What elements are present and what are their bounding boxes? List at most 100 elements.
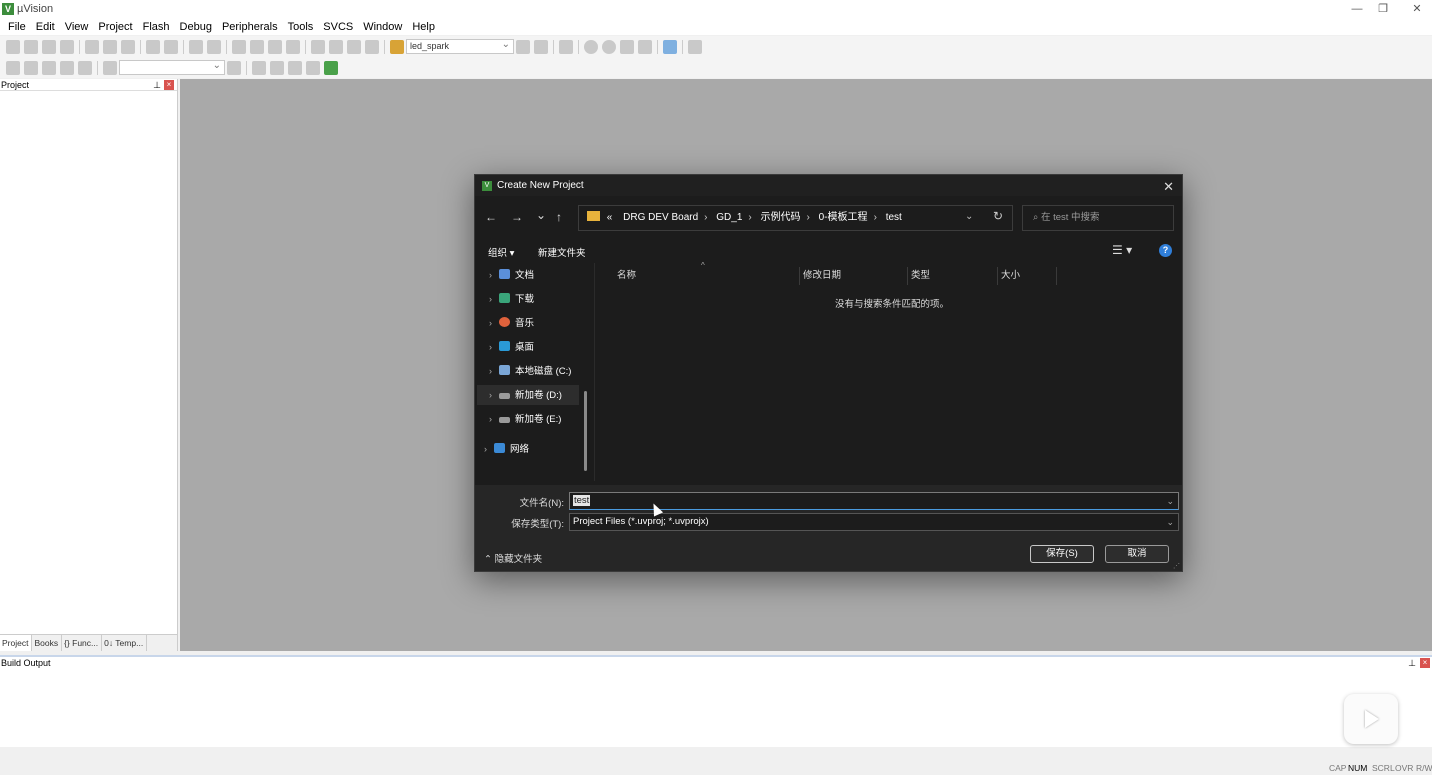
paste-icon[interactable] [121,39,135,54]
new-folder-button[interactable]: 新建文件夹 [538,245,586,259]
play-overlay-button[interactable] [1344,694,1398,744]
breadcrumb-item[interactable]: 示例代码 [761,212,801,223]
nav-forward-icon[interactable] [207,39,221,54]
breakpoint-disable-icon[interactable] [602,39,616,54]
horizontal-scrollbar[interactable] [0,747,1432,759]
breadcrumb-item[interactable]: 0-模板工程 [819,212,868,223]
tab-books[interactable]: Books [32,635,63,651]
indent-icon[interactable] [311,39,325,54]
open-file-icon[interactable] [24,39,38,54]
column-size[interactable]: 大小 [998,267,1057,285]
tree-item-drive-e[interactable]: › 新加卷 (E:) [477,409,579,429]
close-pane-icon[interactable]: × [164,80,174,90]
target-combo[interactable]: led_spark [406,38,514,54]
breakpoint-kill-icon[interactable] [638,39,652,54]
comment-icon[interactable] [347,39,361,54]
help-icon[interactable]: ? [1159,244,1172,257]
bookmark-next-icon[interactable] [268,39,282,54]
bookmark-clear-icon[interactable] [286,39,300,54]
menu-project[interactable]: Project [98,21,132,33]
menu-svcs[interactable]: SVCS [323,21,353,33]
tree-item-desktop[interactable]: › 桌面 [477,337,579,357]
incremental-find-icon[interactable] [534,39,548,54]
menu-edit[interactable]: Edit [36,21,55,33]
tree-item-drive-d[interactable]: › 新加卷 (D:) [477,385,579,405]
cancel-button[interactable]: 取消 [1105,545,1169,563]
tree-item-documents[interactable]: › 文档 [477,265,579,285]
chevron-down-icon[interactable]: ⌄ [1166,514,1174,530]
target-select[interactable] [119,59,225,75]
bookmark-icon[interactable] [232,39,246,54]
run-time-environment-icon[interactable] [324,60,338,75]
zoom-icon[interactable] [559,39,573,54]
address-bar[interactable]: « DRG DEV Board › GD_1 › 示例代码 › 0-模板工程 › tes… [578,205,1013,231]
back-icon[interactable]: ← [485,210,497,224]
find-icon[interactable] [516,39,530,54]
menu-file[interactable]: File [8,21,26,33]
wrench-icon[interactable] [688,39,702,54]
build-icon[interactable] [24,60,38,75]
menu-view[interactable]: View [65,21,89,33]
download-icon[interactable] [103,60,117,75]
filetype-select[interactable]: Project Files (*.uvproj; *.uvprojx) ⌄ [569,513,1179,531]
nav-back-icon[interactable] [189,39,203,54]
window-layout-icon[interactable] [663,39,677,54]
address-dropdown-icon[interactable]: ⌄ [965,211,973,222]
column-name[interactable]: 名称 [595,267,800,285]
uncomment-icon[interactable] [365,39,379,54]
bookmark-prev-icon[interactable] [250,39,264,54]
resize-grip-icon[interactable]: ⋰ [1173,562,1180,570]
restore-button[interactable]: ❐ [1366,0,1400,18]
tree-item-music[interactable]: › 音乐 [477,313,579,333]
breakpoint-clear-icon[interactable] [620,39,634,54]
menu-flash[interactable]: Flash [143,21,170,33]
tree-item-drive-c[interactable]: › 本地磁盘 (C:) [477,361,579,381]
pin-icon[interactable]: ⊥ [153,79,161,91]
rebuild-icon[interactable] [42,60,56,75]
chevron-down-icon[interactable]: ⌄ [1166,493,1174,509]
save-button[interactable]: 保存(S) [1030,545,1094,563]
tab-templates[interactable]: 0↓ Temp... [102,635,148,651]
organize-button[interactable]: 组织 ▾ [488,245,514,259]
recent-locations-icon[interactable]: ⌄ [536,208,546,222]
tree-item-downloads[interactable]: › 下载 [477,289,579,309]
breadcrumb-item[interactable]: GD_1 [716,212,742,223]
hide-folders-toggle[interactable]: ⌃ 隐藏文件夹 [484,551,542,565]
select-software-packs-icon[interactable] [306,60,320,75]
find-in-files-icon[interactable] [390,39,404,54]
column-date-modified[interactable]: 修改日期 [800,267,908,285]
view-options-icon[interactable]: ☰ ▾ [1112,243,1132,257]
breadcrumb-item[interactable]: test [886,212,902,223]
batch-build-icon[interactable] [60,60,74,75]
up-icon[interactable]: ↑ [556,210,562,224]
search-input[interactable]: ⌕ 在 test 中搜索 [1022,205,1174,231]
stop-build-icon[interactable] [78,60,92,75]
pin-icon[interactable]: ⊥ [1408,657,1416,669]
dialog-close-icon[interactable]: ✕ [1163,179,1174,195]
tree-item-network[interactable]: › 网络 [472,439,574,459]
breadcrumb-overflow[interactable]: « [607,212,613,223]
menu-peripherals[interactable]: Peripherals [222,21,278,33]
pack-installer-icon[interactable] [288,60,302,75]
close-button[interactable]: ✕ [1400,0,1432,18]
menu-tools[interactable]: Tools [288,21,314,33]
manage-components-icon[interactable] [270,60,284,75]
translate-icon[interactable] [6,60,20,75]
new-file-icon[interactable] [6,39,20,54]
save-all-icon[interactable] [60,39,74,54]
file-extensions-icon[interactable] [252,60,266,75]
save-icon[interactable] [42,39,56,54]
forward-icon[interactable]: → [511,210,523,224]
refresh-icon[interactable]: ↻ [993,209,1003,223]
undo-icon[interactable] [146,39,160,54]
breakpoint-icon[interactable] [584,39,598,54]
menu-debug[interactable]: Debug [180,21,212,33]
menu-help[interactable]: Help [412,21,435,33]
close-pane-icon[interactable]: × [1420,658,1430,668]
tab-functions[interactable]: {} Func... [62,635,103,651]
build-output-area[interactable] [0,669,1432,747]
tab-project[interactable]: Project [0,635,33,651]
menu-window[interactable]: Window [363,21,402,33]
breadcrumb-item[interactable]: DRG DEV Board [623,212,698,223]
tree-scrollbar[interactable] [584,391,587,471]
